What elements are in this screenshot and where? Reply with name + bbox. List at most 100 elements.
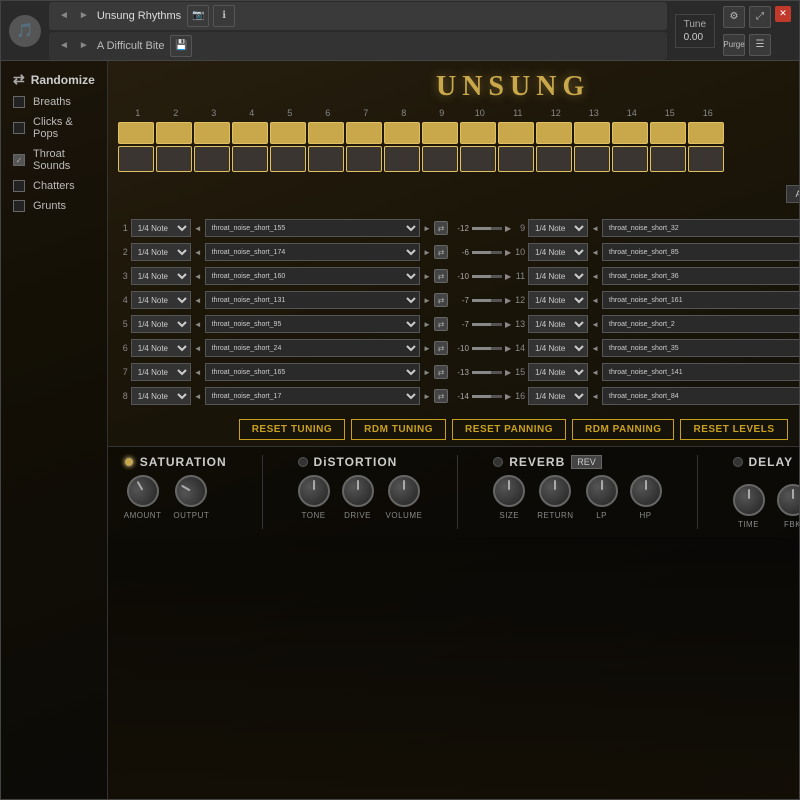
reverb-size-knob[interactable] (493, 475, 525, 507)
shuffle-track-4[interactable]: ⇄ (434, 293, 448, 307)
sample-prev-12[interactable]: ◄ (591, 296, 599, 305)
note-select-11[interactable]: 1/4 Note (528, 267, 588, 285)
saturation-led[interactable] (124, 457, 134, 467)
note-select-3[interactable]: 1/4 Note (131, 267, 191, 285)
delay-led[interactable] (733, 457, 743, 467)
sample-select-1[interactable]: throat_noise_short_155 (205, 219, 420, 237)
sample-next-1[interactable]: ► (423, 224, 431, 233)
reverb-lp-knob[interactable] (586, 475, 618, 507)
note-select-1[interactable]: 1/4 Note (131, 219, 191, 237)
sample-next-7[interactable]: ► (423, 368, 431, 377)
sample-select-8[interactable]: throat_noise_short_17 (205, 387, 420, 405)
step-btn-row1-11[interactable] (498, 122, 534, 144)
distortion-tone-knob[interactable] (298, 475, 330, 507)
distortion-volume-knob[interactable] (388, 475, 420, 507)
sample-select-16[interactable]: throat_noise_short_84 (602, 387, 799, 405)
step-btn-row2-8[interactable] (384, 146, 420, 172)
randomize-btn[interactable]: ⇄ Randomize (13, 71, 95, 88)
checkbox-throat[interactable] (13, 154, 25, 166)
pattern-presets-select[interactable]: All 1/4 Notes (786, 185, 799, 203)
sample-next-3[interactable]: ► (423, 272, 431, 281)
shuffle-track-1[interactable]: ⇄ (434, 221, 448, 235)
sample-select-5[interactable]: throat_noise_short_95 (205, 315, 420, 333)
reset-tuning-btn[interactable]: RESET TUNING (239, 419, 345, 440)
saturation-output-knob[interactable] (170, 469, 214, 513)
step-btn-row2-16[interactable] (688, 146, 724, 172)
step-btn-row2-10[interactable] (460, 146, 496, 172)
play-btn-4[interactable]: ▶ (505, 296, 511, 305)
play-btn-6[interactable]: ▶ (505, 344, 511, 353)
sample-prev-11[interactable]: ◄ (591, 272, 599, 281)
sample-prev-9[interactable]: ◄ (591, 224, 599, 233)
note-select-16[interactable]: 1/4 Note (528, 387, 588, 405)
info-icon[interactable]: ℹ (213, 5, 235, 27)
sample-select-11[interactable]: throat_noise_short_36 (602, 267, 799, 285)
note-select-5[interactable]: 1/4 Note (131, 315, 191, 333)
sample-select-9[interactable]: throat_noise_short_32 (602, 219, 799, 237)
close-btn[interactable]: ✕ (775, 6, 791, 22)
shuffle-track-3[interactable]: ⇄ (434, 269, 448, 283)
reverb-tag[interactable]: REV (571, 455, 602, 469)
sidebar-item-chatters[interactable]: Chatters (13, 180, 95, 192)
step-btn-row2-1[interactable] (118, 146, 154, 172)
note-select-6[interactable]: 1/4 Note (131, 339, 191, 357)
saturation-amount-knob[interactable] (121, 469, 165, 513)
sample-select-12[interactable]: throat_noise_short_161 (602, 291, 799, 309)
step-btn-row2-12[interactable] (536, 146, 572, 172)
sample-select-10[interactable]: throat_noise_short_85 (602, 243, 799, 261)
play-btn-1[interactable]: ▶ (505, 224, 511, 233)
step-btn-row1-1[interactable] (118, 122, 154, 144)
checkbox-clicks[interactable] (13, 122, 25, 134)
sample-prev-15[interactable]: ◄ (591, 368, 599, 377)
volume-slider-8[interactable] (472, 395, 502, 398)
volume-slider-7[interactable] (472, 371, 502, 374)
step-btn-row2-11[interactable] (498, 146, 534, 172)
checkbox-grunts[interactable] (13, 200, 25, 212)
volume-slider-6[interactable] (472, 347, 502, 350)
step-btn-row1-8[interactable] (384, 122, 420, 144)
step-btn-row1-3[interactable] (194, 122, 230, 144)
note-select-4[interactable]: 1/4 Note (131, 291, 191, 309)
camera-icon[interactable]: 📷 (187, 5, 209, 27)
play-btn-3[interactable]: ▶ (505, 272, 511, 281)
sidebar-item-throat[interactable]: Throat Sounds (13, 148, 95, 172)
step-btn-row2-4[interactable] (232, 146, 268, 172)
volume-slider-4[interactable] (472, 299, 502, 302)
reverb-led[interactable] (493, 457, 503, 467)
rdm-panning-btn[interactable]: RDM PANNING (572, 419, 674, 440)
step-btn-row1-7[interactable] (346, 122, 382, 144)
sample-next-2[interactable]: ► (423, 248, 431, 257)
sample-next-6[interactable]: ► (423, 344, 431, 353)
step-btn-row1-10[interactable] (460, 122, 496, 144)
sidebar-item-grunts[interactable]: Grunts (13, 200, 95, 212)
checkbox-breaths[interactable] (13, 96, 25, 108)
step-btn-row1-4[interactable] (232, 122, 268, 144)
sample-prev-14[interactable]: ◄ (591, 344, 599, 353)
sample-select-7[interactable]: throat_noise_short_165 (205, 363, 420, 381)
preset-prev[interactable]: ◄ (57, 40, 71, 51)
sample-select-3[interactable]: throat_noise_short_160 (205, 267, 420, 285)
sample-select-14[interactable]: throat_noise_short_35 (602, 339, 799, 357)
note-select-2[interactable]: 1/4 Note (131, 243, 191, 261)
sample-next-8[interactable]: ► (423, 392, 431, 401)
instrument-next[interactable]: ► (77, 10, 91, 21)
note-select-13[interactable]: 1/4 Note (528, 315, 588, 333)
note-select-9[interactable]: 1/4 Note (528, 219, 588, 237)
volume-slider-1[interactable] (472, 227, 502, 230)
sample-next-5[interactable]: ► (423, 320, 431, 329)
delay-fbk-knob[interactable] (777, 484, 800, 516)
step-btn-row1-2[interactable] (156, 122, 192, 144)
reset-panning-btn[interactable]: RESET PANNING (452, 419, 566, 440)
step-btn-row2-3[interactable] (194, 146, 230, 172)
note-select-12[interactable]: 1/4 Note (528, 291, 588, 309)
purge-btn[interactable]: Purge (723, 34, 745, 56)
play-btn-2[interactable]: ▶ (505, 248, 511, 257)
preset-next[interactable]: ► (77, 40, 91, 51)
sample-prev-2[interactable]: ◄ (194, 248, 202, 257)
note-select-15[interactable]: 1/4 Note (528, 363, 588, 381)
step-btn-row1-14[interactable] (612, 122, 648, 144)
sample-prev-5[interactable]: ◄ (194, 320, 202, 329)
step-btn-row1-12[interactable] (536, 122, 572, 144)
note-select-7[interactable]: 1/4 Note (131, 363, 191, 381)
checkbox-chatters[interactable] (13, 180, 25, 192)
